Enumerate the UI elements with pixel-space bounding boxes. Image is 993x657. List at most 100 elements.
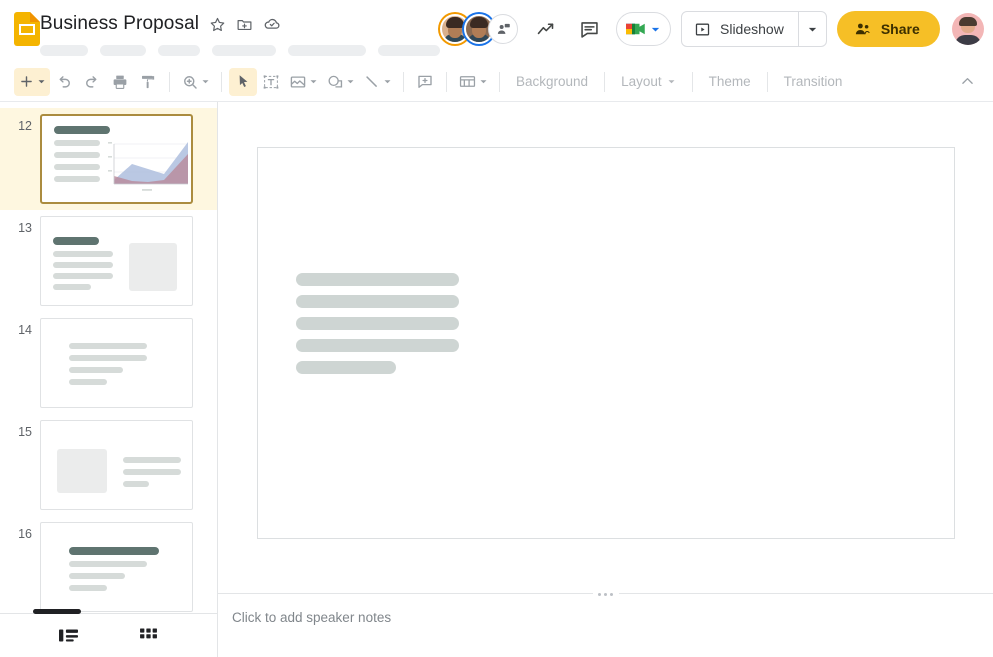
thumb-title-bar [53, 237, 99, 245]
slideshow-button[interactable]: Slideshow [682, 12, 798, 46]
toolbar-divider [691, 71, 693, 92]
slide-number: 14 [18, 323, 32, 337]
thumb-text-bar [53, 284, 91, 290]
thumb-text-bar [54, 140, 100, 146]
slides-logo-wrap [14, 9, 40, 46]
chevron-up-icon [961, 77, 973, 84]
chevron-down-icon [651, 27, 660, 32]
undo-button[interactable] [50, 68, 78, 96]
thumb-text-bar [69, 379, 107, 385]
plus-icon [21, 76, 32, 87]
document-title[interactable]: Business Proposal [40, 13, 199, 35]
slide-number: 13 [18, 221, 32, 235]
background-button[interactable]: Background [507, 68, 597, 96]
chevron-down-icon [310, 80, 317, 84]
menu-item-insert[interactable] [212, 44, 276, 56]
comment-history-icon[interactable] [572, 12, 606, 46]
slide-thumbnail-13[interactable]: 13 [0, 210, 217, 312]
avatar-hair [470, 17, 488, 28]
toolbar-divider [766, 71, 768, 92]
new-slide-button[interactable] [14, 67, 50, 96]
menu-item-slide[interactable] [378, 44, 440, 56]
user-account-avatar[interactable] [951, 13, 984, 45]
google-meet-button[interactable] [616, 12, 671, 46]
slide-thumbnail-14[interactable]: 14 [0, 312, 217, 414]
insert-comment-button[interactable] [411, 68, 439, 96]
app-header: Business Proposal Slideshow Share [0, 0, 993, 62]
star-icon[interactable] [209, 16, 226, 33]
slideshow-button-group: Slideshow [681, 11, 827, 47]
header-actions: Slideshow Share [440, 9, 984, 47]
collapse-toolbar-button[interactable] [953, 68, 981, 96]
text-box-icon [263, 74, 279, 89]
share-button[interactable]: Share [836, 11, 940, 47]
table-layout-icon [459, 76, 476, 87]
chevron-down-icon [384, 80, 391, 84]
insert-image-button[interactable] [285, 68, 322, 96]
print-button[interactable] [106, 68, 134, 96]
slide-thumbnail-16[interactable]: 16 [0, 516, 217, 613]
share-people-icon [855, 23, 870, 35]
thumb-text-bar [54, 152, 100, 158]
filmstrip-horizontal-scrollbar[interactable] [33, 609, 81, 614]
zoom-button[interactable] [177, 68, 214, 96]
redo-button[interactable] [78, 68, 106, 96]
transition-button[interactable]: Transition [775, 68, 852, 96]
thumb-text-bar [53, 251, 113, 257]
canvas-text-placeholder-bar[interactable] [295, 273, 459, 286]
slide-editing-stage[interactable] [218, 102, 993, 593]
canvas-text-placeholder-bar[interactable] [295, 339, 459, 352]
avatar-body [954, 35, 981, 45]
layout-label: Layout [621, 74, 662, 89]
shape-button[interactable] [322, 68, 359, 96]
canvas-text-placeholder-bar[interactable] [295, 361, 396, 374]
title-block: Business Proposal [40, 9, 440, 56]
menu-item-edit[interactable] [100, 44, 146, 56]
print-icon [113, 75, 127, 89]
slide-thumbnail-12[interactable]: 12 [0, 108, 217, 210]
slide-thumbnail-canvas [40, 318, 193, 408]
thumb-area-chart [108, 142, 188, 191]
paint-format-button[interactable] [134, 68, 162, 96]
add-collaborator-icon[interactable] [488, 14, 518, 44]
avatar-hair [446, 17, 464, 28]
slideshow-label: Slideshow [720, 21, 784, 37]
grid-view-button[interactable] [132, 621, 166, 651]
filmstrip-scroll-area[interactable]: 12 13 14 15 16 [0, 102, 217, 613]
cloud-saved-icon[interactable] [263, 15, 281, 33]
move-to-folder-icon[interactable] [236, 16, 253, 33]
filmstrip-view-icon [58, 629, 78, 642]
canvas-text-placeholder-bar[interactable] [295, 317, 459, 330]
slideshow-dropdown-button[interactable] [797, 12, 826, 46]
slide-thumbnail-15[interactable]: 15 [0, 414, 217, 516]
google-slides-app: Business Proposal Slideshow Share Backgr… [0, 0, 993, 657]
share-label: Share [880, 21, 920, 37]
thumb-text-bar [54, 176, 100, 182]
thumb-image-placeholder [129, 243, 177, 291]
toolbar-divider [499, 71, 500, 92]
filmstrip-view-button[interactable] [51, 621, 85, 651]
current-slide-canvas[interactable] [256, 147, 955, 539]
layout-button[interactable]: Layout [612, 68, 685, 96]
toolbar-divider [221, 71, 222, 92]
activity-dashboard-icon[interactable] [528, 12, 562, 46]
handle-dot [610, 592, 613, 596]
canvas-text-placeholder-bar[interactable] [295, 295, 459, 308]
menu-item-format[interactable] [288, 44, 366, 56]
present-play-icon [695, 23, 710, 35]
thumb-text-bar [123, 481, 149, 487]
thumb-title-bar [54, 126, 110, 134]
line-button[interactable] [359, 68, 396, 96]
handle-dot [598, 592, 601, 596]
insert-table-button[interactable] [454, 68, 492, 96]
select-tool-button[interactable] [229, 67, 257, 96]
speaker-notes-input[interactable]: Click to add speaker notes [218, 594, 993, 657]
resize-handle-icon[interactable] [592, 587, 619, 601]
chevron-down-icon [668, 80, 675, 84]
menu-item-file[interactable] [40, 44, 88, 56]
toolbar-divider [446, 71, 447, 92]
theme-button[interactable]: Theme [700, 68, 760, 96]
text-box-button[interactable] [257, 68, 285, 96]
menu-item-view[interactable] [158, 44, 200, 56]
chevron-down-icon [347, 80, 354, 84]
